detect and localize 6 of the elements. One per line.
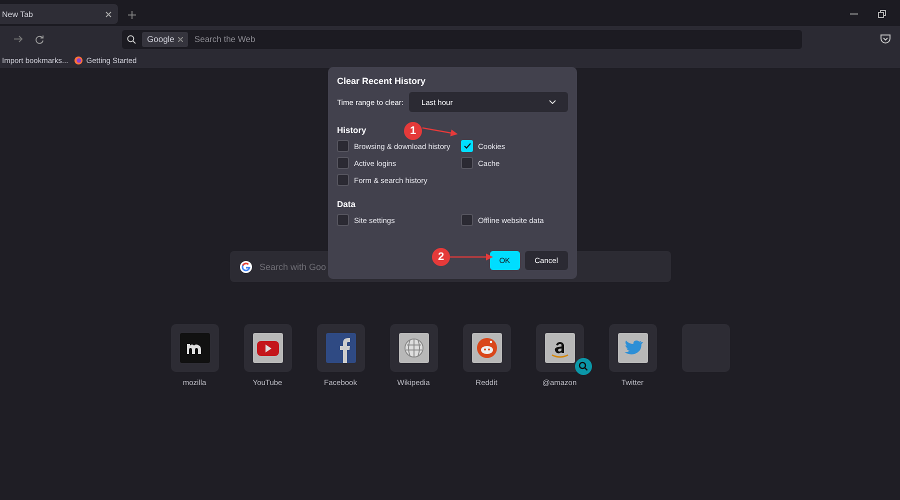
address-placeholder: Search the Web bbox=[194, 34, 256, 44]
section-heading: History bbox=[337, 125, 366, 135]
section-heading: Data bbox=[337, 199, 356, 209]
step-marker: 2 bbox=[432, 248, 450, 266]
dialog-title: Clear Recent History bbox=[337, 76, 427, 86]
step-marker: 1 bbox=[404, 122, 422, 140]
